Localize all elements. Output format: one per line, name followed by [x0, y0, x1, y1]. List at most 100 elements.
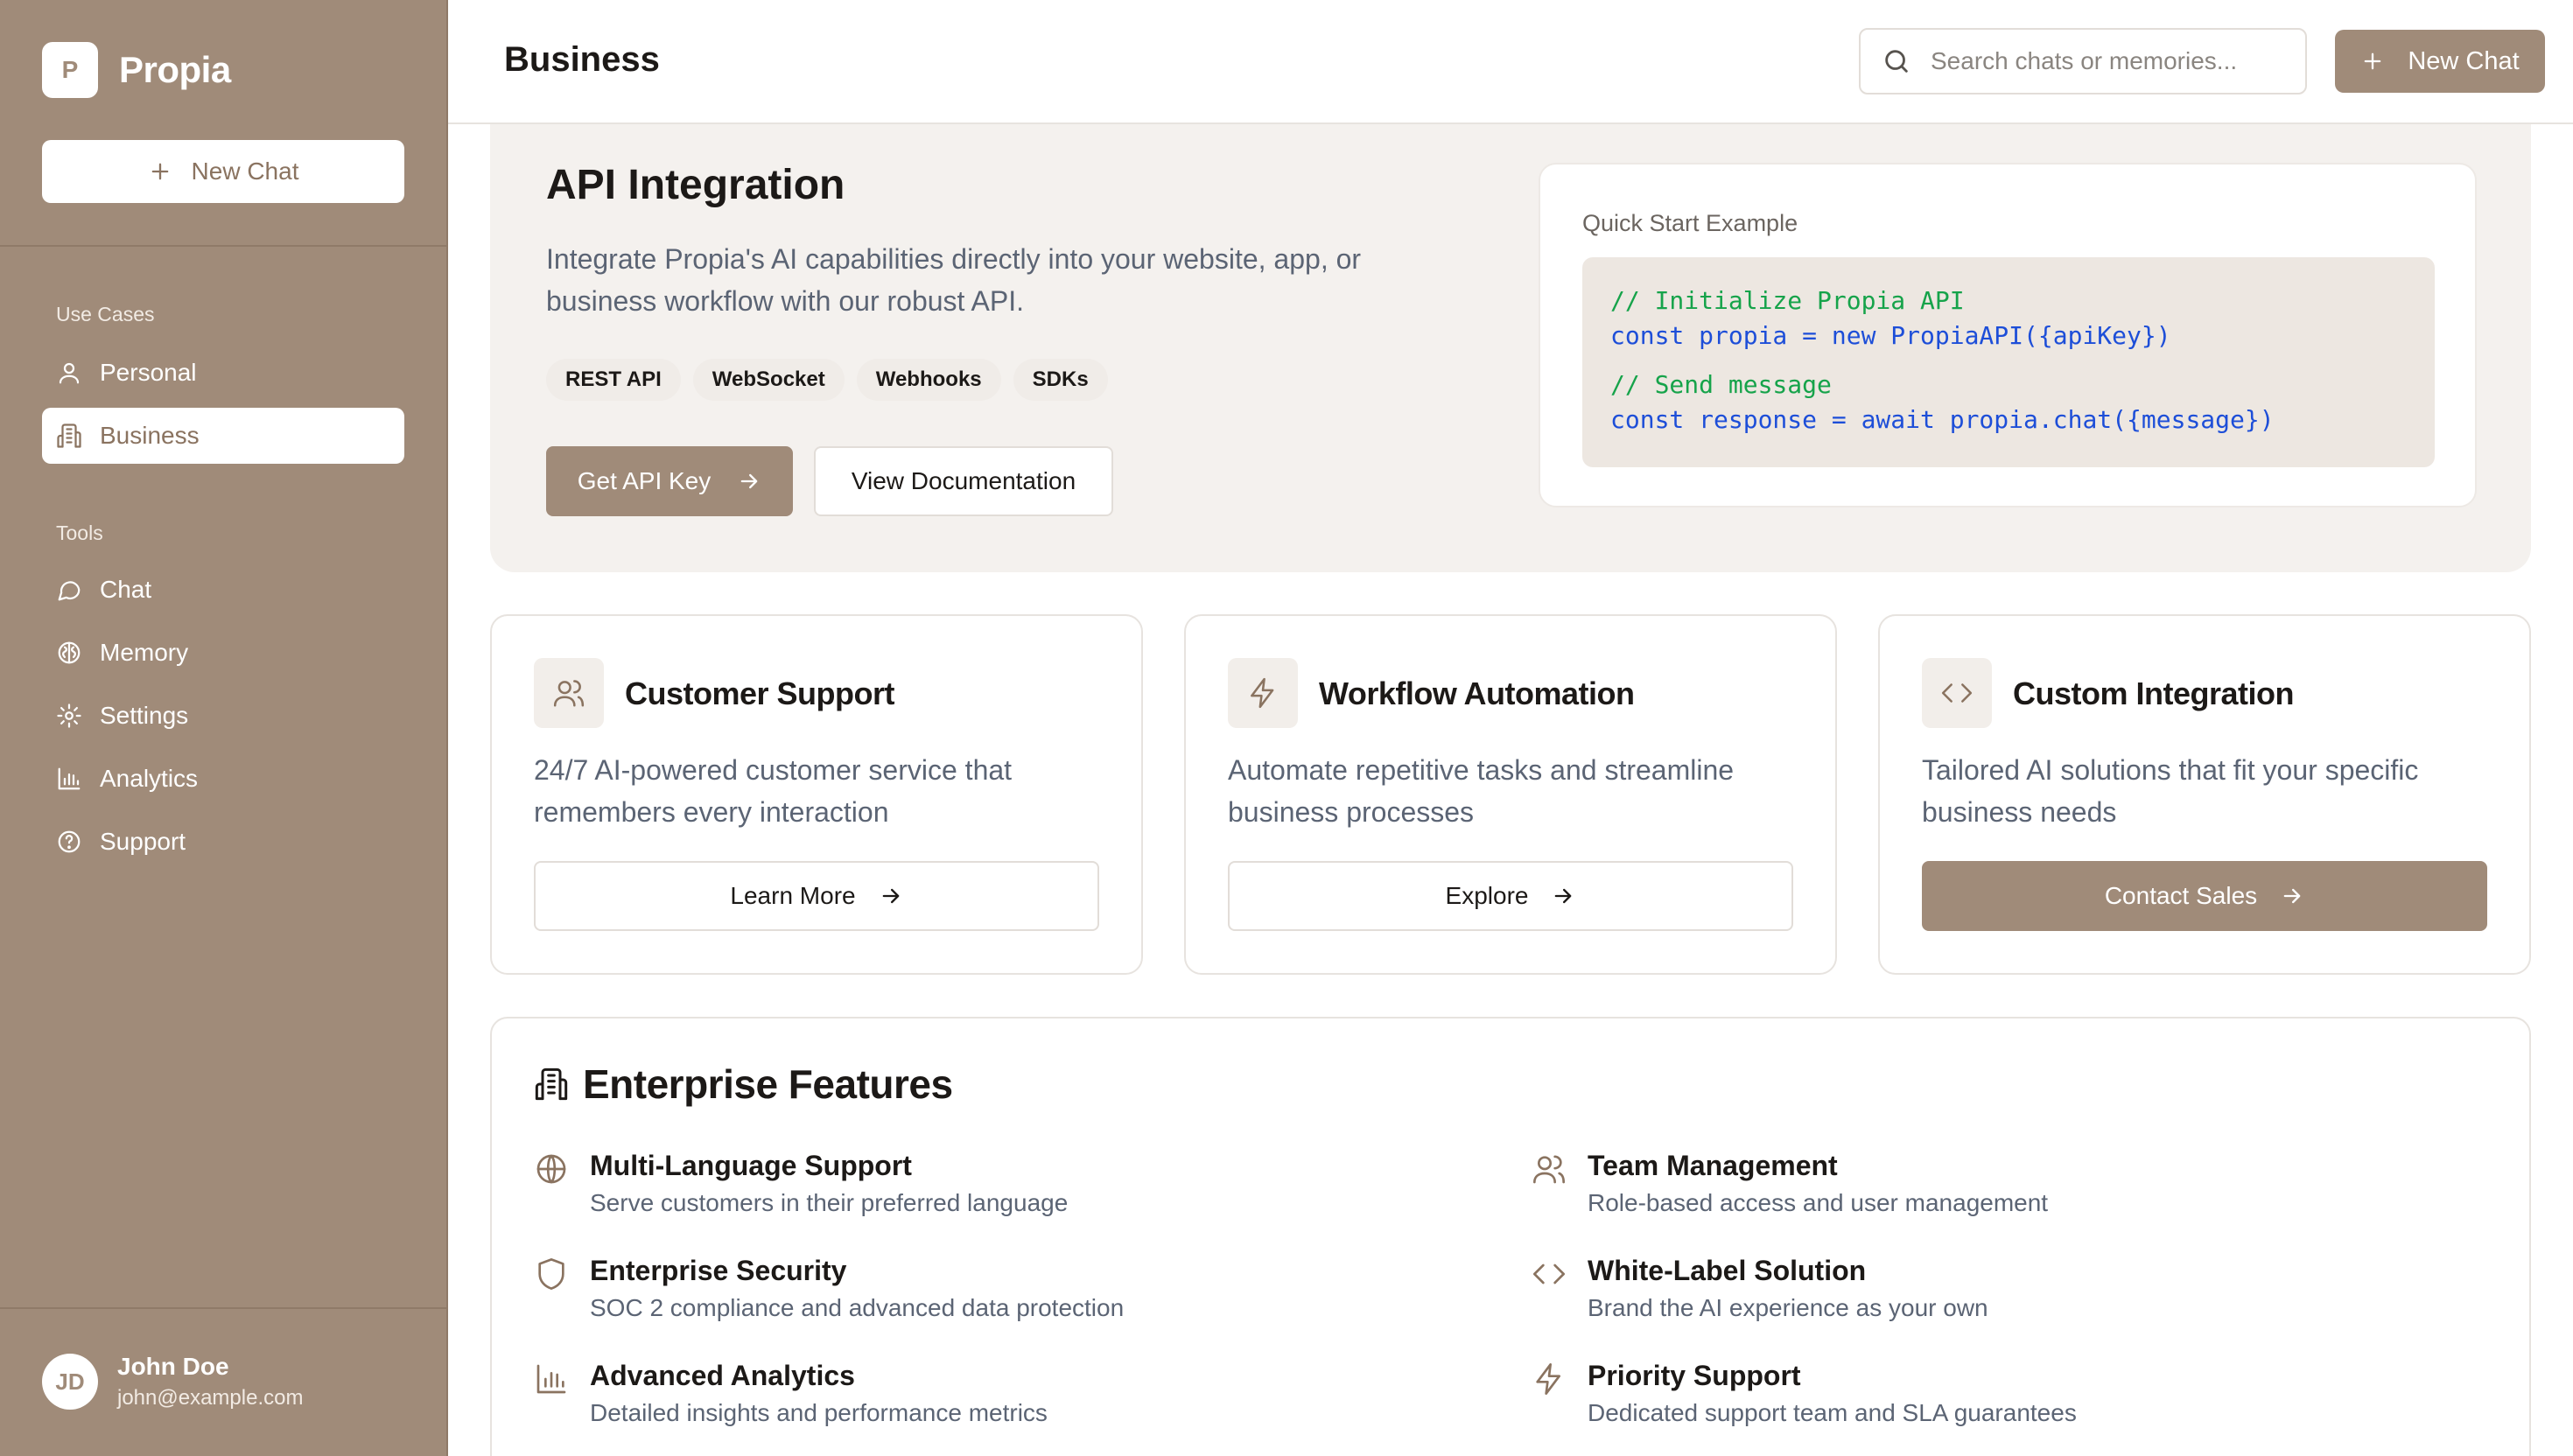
code-comment: // Send message	[1610, 370, 1832, 399]
tools-label: Tools	[56, 522, 103, 544]
lightning-icon	[1536, 1363, 1560, 1395]
globe-icon	[536, 1154, 566, 1184]
card-icon-box	[1228, 658, 1298, 728]
sidebar-item-label: Analytics	[100, 765, 199, 792]
feature-title: White-Label Solution	[1588, 1255, 1867, 1286]
enterprise-features-section: Enterprise Features Multi-Language Suppo…	[490, 1017, 2531, 1456]
building-icon	[535, 1068, 568, 1101]
search-input[interactable]	[1931, 47, 2281, 75]
feature-title: Advanced Analytics	[590, 1360, 855, 1391]
api-description: Integrate Propia's AI capabilities direc…	[546, 243, 1362, 317]
sidebar-item-label: Personal	[100, 359, 197, 386]
brain-icon	[58, 641, 81, 664]
user-profile[interactable]: JD John Doe john@example.com	[42, 1353, 303, 1410]
code-line: const response = await propia.chat({mess…	[1610, 405, 2275, 434]
sidebar-item-label: Support	[100, 828, 186, 855]
sidebar-divider	[0, 245, 448, 247]
button-label: Learn More	[730, 882, 856, 909]
api-integration-panel: API Integration Integrate Propia's AI ca…	[490, 124, 2531, 572]
card-icon-box	[1922, 658, 1992, 728]
learn-more-button[interactable]: Learn More	[534, 861, 1099, 931]
sidebar-item-label: Business	[100, 422, 200, 449]
brand-name: Propia	[119, 49, 231, 90]
sidebar-item-analytics[interactable]: Analytics	[42, 751, 404, 807]
tag-webhooks: Webhooks	[856, 359, 1001, 401]
feature-multi-language: Multi-Language Support Serve customers i…	[534, 1150, 1068, 1217]
brand-logo: P	[42, 42, 98, 98]
api-tags: REST API WebSocket Webhooks SDKs	[546, 359, 1108, 401]
sidebar-item-label: Chat	[100, 576, 152, 603]
sidebar-new-chat-label: New Chat	[191, 158, 299, 185]
quick-start-label: Quick Start Example	[1582, 210, 1798, 236]
arrow-right-icon	[740, 473, 758, 489]
arrow-right-icon	[1555, 888, 1572, 904]
button-label: Explore	[1445, 882, 1529, 909]
feature-priority-support: Priority Support Dedicated support team …	[1532, 1360, 2077, 1427]
tag-sdks: SDKs	[1013, 359, 1108, 401]
search-icon	[1885, 50, 1908, 73]
sidebar-new-chat-button[interactable]: New Chat	[42, 140, 404, 203]
sidebar: P Propia New Chat Use Cases Personal Bus…	[0, 0, 448, 1456]
sidebar-item-personal[interactable]: Personal	[42, 345, 404, 401]
shield-icon	[538, 1258, 564, 1290]
enterprise-title: Enterprise Features	[583, 1061, 953, 1107]
card-description: Tailored AI solutions that fit your spec…	[1922, 754, 2419, 828]
get-api-key-label: Get API Key	[577, 467, 712, 494]
avatar: JD	[42, 1354, 98, 1410]
enterprise-header: Enterprise Features	[534, 1060, 953, 1108]
code-icon	[1941, 683, 1973, 703]
feature-title: Multi-Language Support	[590, 1150, 912, 1181]
view-documentation-button[interactable]: View Documentation	[814, 446, 1113, 516]
sidebar-item-support[interactable]: Support	[42, 814, 404, 870]
code-icon	[1533, 1264, 1565, 1284]
feature-team-management: Team Management Role-based access and us…	[1532, 1150, 2048, 1217]
card-title: Custom Integration	[2013, 676, 2295, 711]
card-description: 24/7 AI-powered customer service that re…	[534, 754, 1013, 828]
sidebar-divider	[0, 1307, 448, 1309]
users-icon	[1533, 1155, 1565, 1184]
bar-chart-icon	[536, 1364, 566, 1394]
card-title: Customer Support	[625, 676, 895, 711]
api-title: API Integration	[546, 162, 845, 208]
gear-icon	[57, 704, 81, 728]
feature-title: Enterprise Security	[590, 1255, 847, 1286]
feature-description: Dedicated support team and SLA guarantee…	[1588, 1399, 2077, 1426]
sidebar-item-chat[interactable]: Chat	[42, 562, 404, 618]
code-gap	[1610, 354, 2407, 368]
explore-button[interactable]: Explore	[1228, 861, 1793, 931]
customer-support-card: Customer Support 24/7 AI-powered custome…	[490, 614, 1143, 975]
feature-description: SOC 2 compliance and advanced data prote…	[590, 1294, 1125, 1321]
sidebar-item-settings[interactable]: Settings	[42, 688, 404, 744]
feature-advanced-analytics: Advanced Analytics Detailed insights and…	[534, 1360, 1048, 1427]
search-box[interactable]	[1859, 28, 2307, 94]
feature-title: Team Management	[1588, 1150, 1838, 1181]
card-title: Workflow Automation	[1319, 676, 1635, 711]
feature-title: Priority Support	[1588, 1360, 1801, 1391]
feature-description: Role-based access and user management	[1588, 1189, 2049, 1216]
workflow-automation-card: Workflow Automation Automate repetitive …	[1184, 614, 1837, 975]
arrow-right-icon	[2283, 888, 2301, 904]
code-line: const propia = new PropiaAPI({apiKey})	[1610, 321, 2171, 350]
sidebar-item-label: Memory	[100, 639, 189, 666]
sidebar-item-memory[interactable]: Memory	[42, 625, 404, 681]
use-cases-label: Use Cases	[56, 303, 155, 326]
plus-icon	[151, 163, 168, 180]
bar-chart-icon	[58, 767, 81, 790]
users-icon	[553, 680, 585, 707]
sidebar-item-business[interactable]: Business	[42, 408, 404, 464]
card-description: Automate repetitive tasks and streamline…	[1228, 754, 1735, 828]
feature-description: Serve customers in their preferred langu…	[590, 1189, 1069, 1216]
user-name: John Doe	[117, 1353, 229, 1380]
quick-start-card: Quick Start Example // Initialize Propia…	[1539, 163, 2477, 508]
code-comment: // Initialize Propia API	[1610, 286, 1965, 315]
header-new-chat-button[interactable]: New Chat	[2335, 30, 2545, 93]
lightning-icon	[1251, 677, 1274, 709]
get-api-key-button[interactable]: Get API Key	[546, 446, 793, 516]
header-new-chat-label: New Chat	[2408, 46, 2520, 75]
building-icon	[57, 424, 81, 448]
arrow-right-icon	[882, 888, 899, 904]
brand[interactable]: P Propia	[42, 42, 231, 98]
tag-websocket: WebSocket	[692, 359, 845, 401]
code-block: // Initialize Propia API const propia = …	[1582, 257, 2435, 467]
contact-sales-button[interactable]: Contact Sales	[1922, 861, 2487, 931]
